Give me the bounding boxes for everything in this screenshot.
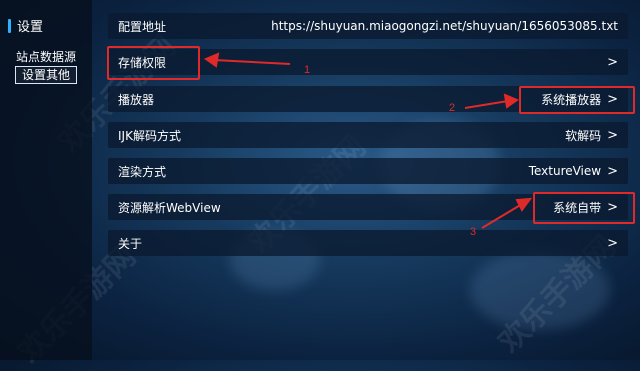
sidebar-item-other-settings[interactable]: 设置其他 [0,66,92,84]
row-value: 软解码 > [565,127,628,144]
row-value: > [601,55,628,70]
player-value: 系统播放器 [541,92,602,107]
row-label: 关于 [118,236,143,251]
row-config-address[interactable]: 配置地址 https://shuyuan.miaogongzi.net/shuy… [108,13,628,39]
row-value: https://shuyuan.miaogongzi.net/shuyuan/1… [271,19,628,33]
sidebar-item-label: 设置其他 [14,66,77,84]
sidebar-title: 设置 [8,16,43,35]
decode-mode-value: 软解码 [565,128,602,143]
chevron-right-icon: > [607,235,618,251]
row-label: 配置地址 [118,19,167,34]
row-value: 系统播放器 > [541,91,628,108]
row-value: TextureView > [529,164,628,179]
chevron-right-icon: > [607,127,618,143]
sidebar-item-site-data-source[interactable]: 站点数据源 [0,48,92,65]
sidebar-item-label: 站点数据源 [15,50,76,64]
row-about[interactable]: 关于 > [108,230,628,256]
config-url-value: https://shuyuan.miaogongzi.net/shuyuan/1… [271,19,618,33]
annotation-number-3: 3 [470,226,477,238]
render-mode-value: TextureView [528,164,602,178]
row-value: > [601,236,628,251]
chevron-right-icon: > [607,54,618,70]
webview-value: 系统自带 [553,200,602,215]
chevron-right-icon: > [607,163,618,179]
row-player[interactable]: 播放器 系统播放器 > [108,86,628,112]
row-resource-webview[interactable]: 资源解析WebView 系统自带 > [108,194,628,220]
chevron-right-icon: > [607,199,618,215]
row-render-mode[interactable]: 渲染方式 TextureView > [108,158,628,184]
annotation-number-2: 2 [449,102,456,114]
accent-bar-icon [8,18,11,33]
row-label: 渲染方式 [118,164,167,179]
sidebar-title-label: 设置 [17,20,44,35]
row-value: 系统自带 > [553,199,628,216]
settings-sidebar: 设置 站点数据源 设置其他 [0,0,92,360]
annotation-number-1: 1 [304,64,311,76]
row-label: 资源解析WebView [118,200,221,215]
row-ijk-decode-mode[interactable]: IJK解码方式 软解码 > [108,122,628,148]
row-label: 存储权限 [118,55,167,70]
row-label: 播放器 [118,92,155,107]
chevron-right-icon: > [607,91,618,107]
row-label: IJK解码方式 [118,128,181,143]
row-storage-permission[interactable]: 存储权限 > [108,49,628,75]
